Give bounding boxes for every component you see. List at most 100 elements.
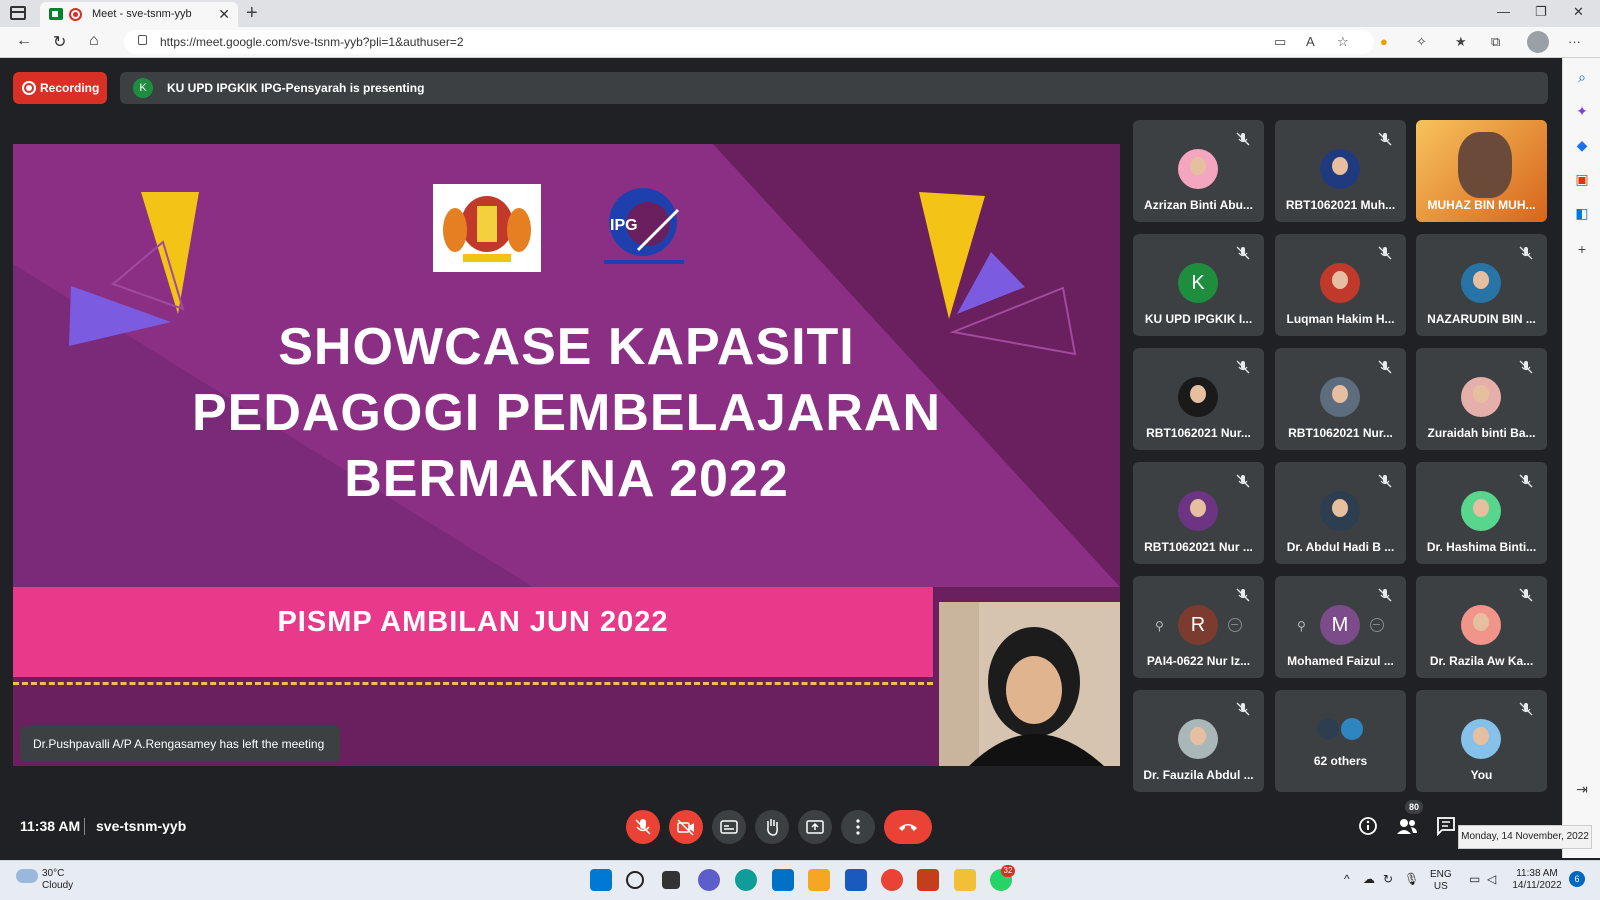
slide-title: SHOWCASE KAPASITI PEDAGOGI PEMBELAJARAN …: [13, 314, 1120, 512]
word-icon[interactable]: [845, 869, 867, 891]
participant-tile[interactable]: RBT1062021 Nur...: [1275, 348, 1406, 450]
microphone-tray-icon[interactable]: 🎙: [1404, 873, 1419, 885]
edge-icon[interactable]: [735, 869, 757, 891]
recording-label: Recording: [40, 81, 100, 95]
participant-tile[interactable]: RBT1062021 Nur...: [1133, 348, 1264, 450]
sidebar-settings-icon[interactable]: ⇥: [1573, 780, 1591, 798]
back-icon[interactable]: ←: [16, 32, 32, 50]
close-window-icon[interactable]: ✕: [1573, 4, 1584, 20]
search-taskbar-icon[interactable]: [626, 871, 644, 889]
camera-icon[interactable]: ▭: [1274, 34, 1286, 50]
system-clock[interactable]: 11:38 AM 14/11/2022: [1510, 868, 1564, 892]
participant-name: Zuraidah binti Ba...: [1427, 426, 1536, 440]
more-menu-icon[interactable]: ···: [1568, 34, 1581, 49]
add-sidebar-icon[interactable]: +: [1573, 240, 1591, 258]
minimize-icon[interactable]: —: [1497, 4, 1510, 19]
home-icon[interactable]: ⌂: [89, 32, 99, 50]
raise-hand-button[interactable]: [755, 810, 789, 844]
participant-tile[interactable]: You: [1416, 690, 1547, 792]
participant-tile[interactable]: RBT1062021 Muh...: [1275, 120, 1406, 222]
language-indicator[interactable]: ENG US: [1430, 869, 1452, 893]
camera-button[interactable]: [669, 810, 703, 844]
participant-name: Dr. Hashima Binti...: [1426, 540, 1537, 554]
participant-tile[interactable]: Dr. Fauzila Abdul ...: [1133, 690, 1264, 792]
participant-tile[interactable]: RBT1062021 Nur ...: [1133, 462, 1264, 564]
shopping-icon[interactable]: ◆: [1573, 136, 1591, 154]
new-tab-icon[interactable]: +: [246, 2, 258, 25]
remove-icon[interactable]: [1228, 618, 1242, 632]
collections-icon[interactable]: ⧉: [1491, 34, 1500, 50]
chrome-icon[interactable]: [881, 869, 903, 891]
leave-call-button[interactable]: [884, 810, 932, 844]
participant-tile[interactable]: Dr. Razila Aw Ka...: [1416, 576, 1547, 678]
participant-tile[interactable]: Zuraidah binti Ba...: [1416, 348, 1547, 450]
remove-icon[interactable]: [1370, 618, 1384, 632]
clock-date: 14/11/2022: [1512, 880, 1562, 891]
meeting-details-button[interactable]: [1358, 816, 1378, 836]
captions-button[interactable]: [712, 810, 746, 844]
media-player-icon[interactable]: [808, 869, 830, 891]
read-aloud-icon[interactable]: A: [1306, 34, 1315, 49]
participant-tile[interactable]: Dr. Hashima Binti...: [1416, 462, 1547, 564]
people-button[interactable]: [1396, 816, 1417, 836]
participant-tile[interactable]: R ⚲ PAI4-0622 Nur Iz...: [1133, 576, 1264, 678]
powerpoint-icon[interactable]: [917, 869, 939, 891]
search-icon[interactable]: ⌕: [1573, 68, 1591, 86]
show-hidden-icons[interactable]: ^: [1344, 873, 1350, 885]
weather-widget[interactable]: 30°C Cloudy: [42, 868, 73, 892]
slide-subtitle: PISMP AMBILAN JUN 2022: [277, 606, 669, 638]
network-icon[interactable]: ▭: [1469, 873, 1480, 885]
more-options-button[interactable]: [841, 810, 875, 844]
office-icon[interactable]: ▣: [1573, 170, 1591, 188]
outlook-icon[interactable]: ◧: [1573, 204, 1591, 222]
onedrive-icon[interactable]: ☁: [1363, 873, 1375, 885]
profile-avatar[interactable]: [1527, 31, 1549, 53]
participant-tile[interactable]: M ⚲ Mohamed Faizul ...: [1275, 576, 1406, 678]
microphone-button[interactable]: [626, 810, 660, 844]
participant-tile[interactable]: Dr. Abdul Hadi B ...: [1275, 462, 1406, 564]
pin-icon[interactable]: ⚲: [1155, 619, 1164, 633]
tab-meet[interactable]: Meet - sve-tsnm-yyb ✕: [40, 2, 238, 27]
participant-tile[interactable]: NAZARUDIN BIN ...: [1416, 234, 1547, 336]
favorites-icon[interactable]: ★: [1455, 34, 1467, 50]
close-tab-icon[interactable]: ✕: [218, 6, 230, 23]
url-text[interactable]: https://meet.google.com/sve-tsnm-yyb?pli…: [160, 35, 464, 49]
copilot-icon[interactable]: ✦: [1573, 102, 1591, 120]
volume-icon[interactable]: ◁: [1487, 873, 1496, 885]
pin-icon[interactable]: ⚲: [1297, 619, 1306, 633]
refresh-icon[interactable]: ↻: [53, 32, 66, 52]
participant-tile[interactable]: 62 others: [1275, 690, 1406, 792]
avatar: K: [1178, 263, 1218, 303]
participant-name: MUHAZ BIN MUH...: [1427, 198, 1536, 212]
clock-time: 11:38 AM: [1516, 868, 1558, 879]
participant-tile[interactable]: MUHAZ BIN MUH...: [1416, 120, 1547, 222]
captions-icon: [720, 820, 738, 834]
present-button[interactable]: [798, 810, 832, 844]
participant-tile[interactable]: Luqman Hakim H...: [1275, 234, 1406, 336]
cloud-icon[interactable]: [16, 869, 38, 883]
teams-chat-icon[interactable]: [698, 869, 720, 891]
participant-tile[interactable]: Azrizan Binti Abu...: [1133, 120, 1264, 222]
avatar: [1178, 719, 1218, 759]
mail-icon[interactable]: [772, 869, 794, 891]
ipg-logo: IPG: [598, 180, 688, 270]
task-view-icon[interactable]: [662, 871, 680, 889]
add-favorite-icon[interactable]: ☆: [1337, 34, 1349, 50]
extension-bulb-icon[interactable]: ●: [1380, 34, 1388, 49]
lock-icon[interactable]: [138, 35, 147, 45]
recording-button[interactable]: Recording: [13, 72, 107, 104]
address-bar[interactable]: https://meet.google.com/sve-tsnm-yyb?pli…: [124, 30, 1374, 54]
chat-button[interactable]: [1436, 816, 1456, 837]
participant-tile[interactable]: K KU UPD IPGKIK I...: [1133, 234, 1264, 336]
participant-name: Dr. Abdul Hadi B ...: [1286, 540, 1395, 554]
start-icon[interactable]: [590, 869, 612, 891]
notification-badge[interactable]: 6: [1569, 871, 1585, 887]
extensions-icon[interactable]: ✧: [1416, 34, 1427, 50]
tab-actions-icon[interactable]: [10, 6, 26, 20]
sync-icon[interactable]: ↻: [1383, 873, 1393, 885]
avatar-face: [1473, 613, 1489, 631]
file-explorer-icon[interactable]: [954, 869, 976, 891]
avatar: [1320, 377, 1360, 417]
restore-icon[interactable]: ❐: [1535, 4, 1547, 20]
avatar: [1461, 719, 1501, 759]
